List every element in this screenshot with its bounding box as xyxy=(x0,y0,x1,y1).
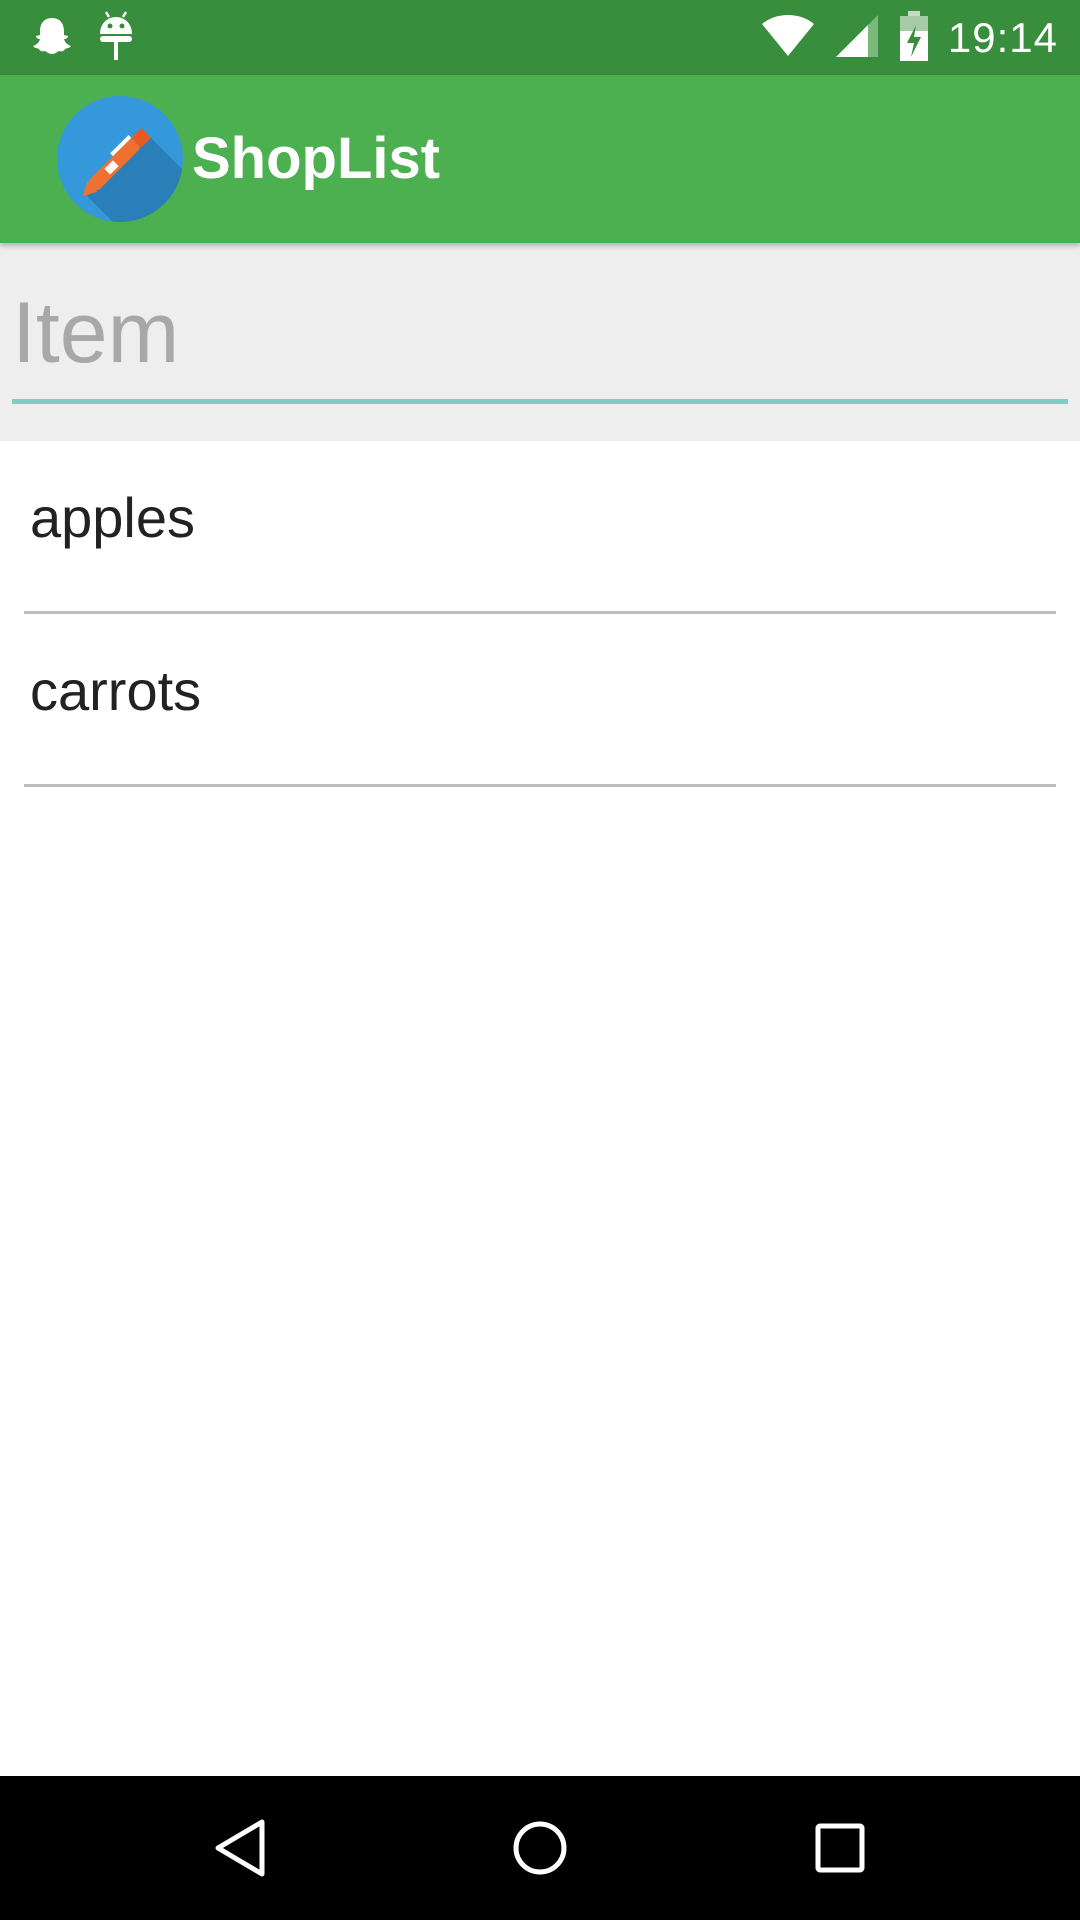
item-input[interactable] xyxy=(12,283,1068,383)
item-input-section xyxy=(0,243,1080,441)
list-item-label: carrots xyxy=(30,659,202,722)
snapchat-ghost-icon xyxy=(30,14,74,63)
app-bar: ShopList xyxy=(0,75,1080,243)
cell-signal-icon xyxy=(834,13,880,64)
list-item[interactable]: apples xyxy=(0,441,1080,614)
notification-icons xyxy=(30,10,136,67)
recents-icon[interactable] xyxy=(804,1812,876,1884)
wifi-icon xyxy=(760,14,816,63)
list-item-label: apples xyxy=(30,486,196,549)
pen-logo-icon xyxy=(57,96,183,222)
list-divider xyxy=(24,784,1056,787)
back-icon[interactable] xyxy=(204,1812,276,1884)
app-title: ShopList xyxy=(192,126,441,191)
status-bar: 19:14 xyxy=(0,0,1080,75)
system-icons: 19:14 xyxy=(760,10,1058,66)
screen: 19:14 ShopList Item apples carrots xyxy=(0,0,1080,1920)
android-debug-icon xyxy=(96,10,136,67)
battery-charging-icon xyxy=(898,10,930,66)
status-time: 19:14 xyxy=(947,14,1058,61)
home-icon[interactable] xyxy=(504,1812,576,1884)
input-underline xyxy=(12,399,1068,404)
shopping-list: apples carrots xyxy=(0,441,1080,787)
list-item[interactable]: carrots xyxy=(0,614,1080,787)
navigation-bar xyxy=(0,1776,1080,1920)
